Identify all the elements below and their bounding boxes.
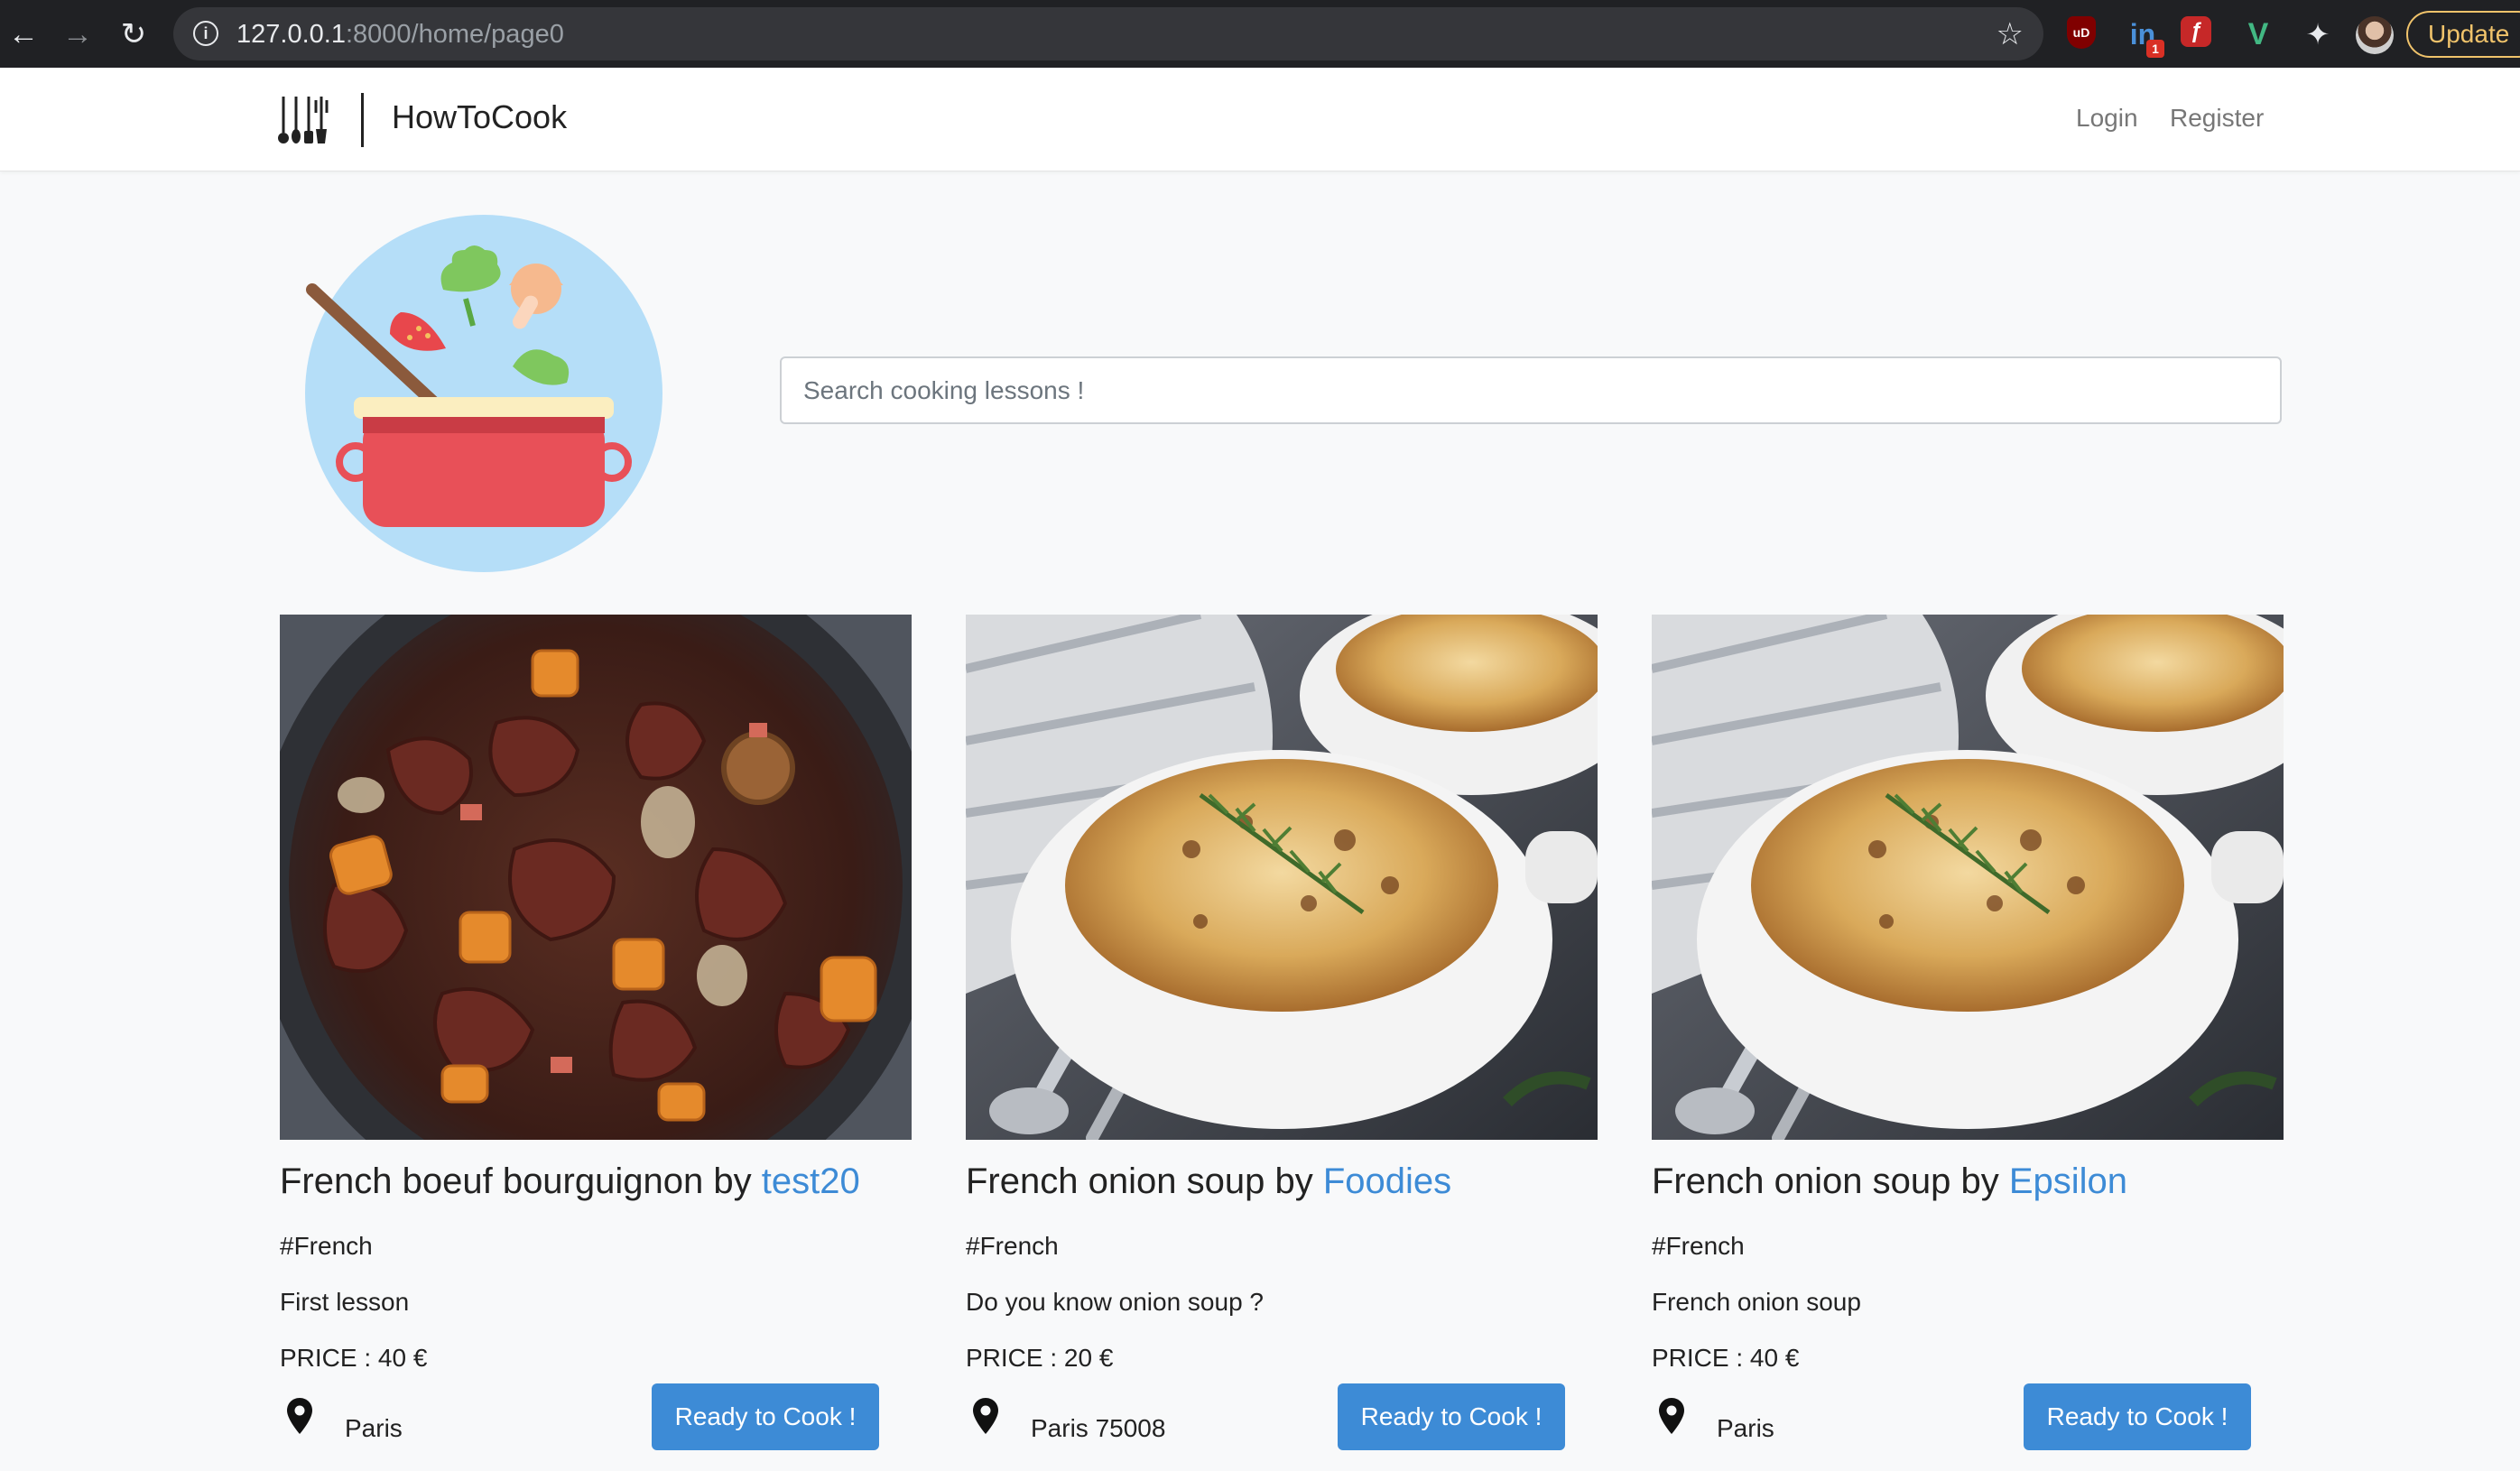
address-bar[interactable]: i 127.0.0.1:8000/home/page0 ☆	[173, 7, 2043, 60]
site-navbar: HowToCook Login Register	[0, 68, 2520, 171]
boeuf-bourguignon-photo	[280, 615, 912, 1140]
author-link[interactable]: Epsilon	[2009, 1161, 2127, 1201]
register-link[interactable]: Register	[2170, 104, 2264, 133]
back-arrow-icon[interactable]: ←	[5, 16, 42, 52]
ublock-extension-icon[interactable]: uD	[2067, 16, 2096, 49]
lesson-city: Paris	[345, 1414, 403, 1442]
lesson-city: Paris	[1717, 1414, 1774, 1442]
lesson-price: PRICE : 20 €	[966, 1344, 1114, 1372]
flash-extension-icon[interactable]: ƒ	[2181, 16, 2211, 47]
cooking-pot-illustration	[305, 215, 662, 572]
extension-badge: 1	[2146, 40, 2164, 58]
site-info-icon[interactable]: i	[193, 21, 218, 46]
address-url[interactable]: 127.0.0.1:8000/home/page0	[236, 20, 564, 50]
author-link[interactable]: test20	[762, 1161, 860, 1201]
profile-avatar[interactable]	[2356, 16, 2394, 54]
lesson-dish: French onion soup by	[966, 1161, 1323, 1201]
ready-to-cook-button[interactable]: Ready to Cook !	[1338, 1383, 1565, 1450]
lesson-photo[interactable]	[966, 615, 1598, 1140]
login-link[interactable]: Login	[2076, 104, 2138, 133]
lesson-card[interactable]: French onion soup by Foodies #French Do …	[966, 615, 1598, 1471]
lesson-card[interactable]: French onion soup by Epsilon #French Fre…	[1652, 615, 2284, 1471]
bookmark-star-icon[interactable]: ☆	[1997, 16, 2024, 52]
search-input[interactable]	[780, 356, 2282, 424]
onion-soup-photo	[1652, 615, 2284, 1140]
lesson-dish: French boeuf bourguignon by	[280, 1161, 762, 1201]
brand-name[interactable]: HowToCook	[392, 98, 567, 136]
lesson-tag: #French	[280, 1232, 373, 1260]
author-link[interactable]: Foodies	[1323, 1161, 1451, 1201]
lesson-title[interactable]: French onion soup by Epsilon	[1652, 1161, 2127, 1202]
lesson-photo[interactable]	[280, 615, 912, 1140]
lesson-title[interactable]: French boeuf bourguignon by test20	[280, 1161, 860, 1202]
lesson-tag: #French	[966, 1232, 1059, 1260]
vue-devtools-extension-icon[interactable]: V	[2240, 16, 2276, 52]
lesson-description: First lesson	[280, 1288, 410, 1316]
extensions-puzzle-icon[interactable]: ✦	[2300, 16, 2336, 52]
lesson-price: PRICE : 40 €	[280, 1344, 428, 1372]
lesson-title[interactable]: French onion soup by Foodies	[966, 1161, 1451, 1202]
ready-to-cook-button[interactable]: Ready to Cook !	[2024, 1383, 2251, 1450]
reload-icon[interactable]: ↻	[116, 16, 152, 52]
lesson-price: PRICE : 40 €	[1652, 1344, 1800, 1372]
lesson-dish: French onion soup by	[1652, 1161, 2009, 1201]
utensils-logo-icon[interactable]	[276, 93, 334, 145]
lesson-tag: #French	[1652, 1232, 1745, 1260]
lesson-description: French onion soup	[1652, 1288, 1861, 1316]
location-pin-icon	[1659, 1398, 1684, 1434]
brand-divider	[361, 93, 364, 147]
onion-soup-photo	[966, 615, 1598, 1140]
lesson-card[interactable]: French boeuf bourguignon by test20 #Fren…	[280, 615, 912, 1471]
location-pin-icon	[287, 1398, 312, 1434]
lesson-city: Paris 75008	[1031, 1414, 1166, 1442]
lesson-description: Do you know onion soup ?	[966, 1288, 1264, 1316]
ready-to-cook-button[interactable]: Ready to Cook !	[652, 1383, 879, 1450]
forward-arrow-icon[interactable]: →	[60, 16, 96, 52]
linkedin-extension-icon[interactable]: in 1	[2125, 16, 2164, 58]
browser-toolbar: ← → ↻ i 127.0.0.1:8000/home/page0 ☆ uD i…	[0, 0, 2520, 68]
lesson-photo[interactable]	[1652, 615, 2284, 1140]
location-pin-icon	[973, 1398, 998, 1434]
browser-update-button[interactable]: Update	[2406, 11, 2520, 58]
